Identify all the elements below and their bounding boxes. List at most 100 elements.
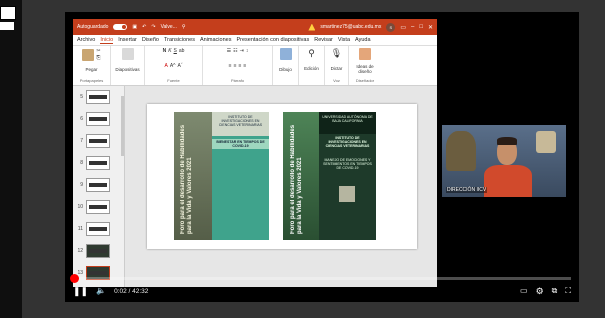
slide-thumbnail-image (86, 222, 110, 236)
indent-icon[interactable]: ⇥ (240, 48, 244, 54)
edit-button[interactable]: Edición (304, 66, 319, 71)
speaker-photo (339, 186, 355, 202)
new-slide-icon[interactable] (121, 48, 134, 60)
numbering-icon[interactable]: ☷ (233, 48, 237, 54)
undo-icon[interactable]: ↶ (142, 24, 146, 30)
settings-gear-icon[interactable]: ⚙ (536, 286, 544, 296)
microphone-icon[interactable]: 🎙 (331, 48, 342, 59)
slide-number: 6 (80, 116, 83, 122)
menu-tab-3[interactable]: Diseño (142, 37, 159, 43)
design-ideas-button[interactable]: Ideas de diseño (356, 64, 373, 74)
close-icon[interactable]: ✕ (428, 24, 433, 31)
copy-icon[interactable]: ⎘ (96, 55, 100, 61)
player-controls: ❚❚ 🔈 0:02 / 42:32 ▭ ⚙ ⧉ ⛶ (73, 282, 571, 300)
progress-bar[interactable] (70, 274, 571, 283)
menu-tab-7[interactable]: Revisar (314, 37, 333, 43)
align-left-icon[interactable]: ≡ (229, 63, 232, 69)
font-size-down-icon[interactable]: Aˇ (178, 63, 183, 69)
search-icon[interactable]: ⚲ (182, 24, 186, 30)
justify-icon[interactable]: ≡ (243, 63, 246, 69)
ribbon-display-icon[interactable]: ▭ (400, 24, 406, 31)
slides-button[interactable]: Diapositivas (115, 67, 139, 72)
slide-thumbnail[interactable]: 9 (75, 178, 110, 192)
video-player[interactable]: Autoguardado ▣ ↶ ↷ Valve... ⚲ smartinez7… (65, 12, 579, 302)
poster-1-header: INSTITUTO DE INVESTIGACIONES EN CIENCIAS… (218, 115, 263, 127)
ribbon: ✂ ⎘ Pegar Portapapeles Diapositivas NKSa… (73, 46, 437, 86)
draw-button[interactable]: Dibujo (279, 67, 292, 72)
menu-tab-2[interactable]: Insertar (118, 37, 137, 43)
slide-thumbnail[interactable]: 11 (75, 222, 110, 236)
redo-icon[interactable]: ↷ (151, 24, 155, 30)
fullscreen-icon[interactable]: ⛶ (565, 286, 571, 296)
autosave-toggle[interactable] (113, 24, 128, 30)
design-ideas-icon[interactable] (359, 48, 371, 60)
strike-button[interactable]: ab (179, 48, 185, 54)
account-name: smartinez75@uabc.edu.mx (320, 24, 382, 30)
cut-icon[interactable]: ✂ (96, 48, 100, 54)
find-icon[interactable]: ⚲ (308, 48, 315, 59)
title-bar: Autoguardado ▣ ↶ ↷ Valve... ⚲ smartinez7… (73, 19, 437, 35)
slide-number: 10 (77, 204, 83, 210)
pause-icon[interactable]: ❚❚ (73, 286, 88, 296)
thumbnail-scrollbar[interactable] (121, 96, 124, 156)
volume-icon[interactable]: 🔈 (96, 286, 106, 296)
save-icon[interactable]: ▣ (132, 24, 137, 30)
menu-tab-8[interactable]: Vista (338, 37, 350, 43)
editor-body: 5 6 7 8 9 10 11 12 13 Foro para el desarrollo de… (73, 86, 437, 287)
bullets-icon[interactable]: ☰ (227, 48, 231, 54)
menu-tab-6[interactable]: Presentación con diapositivas (236, 37, 309, 43)
current-slide[interactable]: Foro para el desarrollo de Habilidades p… (147, 104, 417, 249)
slide-thumbnail[interactable]: 7 (75, 134, 110, 148)
minimize-icon[interactable]: – (411, 24, 414, 30)
ribbon-group-draw: Dibujo (273, 46, 299, 85)
italic-button[interactable]: K (168, 48, 171, 54)
slide-thumbnail[interactable]: 12 (75, 244, 110, 258)
edge-window-fragment-2 (0, 22, 14, 30)
paste-button[interactable]: Pegar (85, 67, 97, 72)
ribbon-group-slides: Diapositivas (111, 46, 145, 85)
poster-emotions: Foro para el desarrollo de Habilidades p… (283, 112, 376, 240)
slide-thumbnail[interactable]: 5 (75, 90, 110, 104)
font-size-up-icon[interactable]: A^ (170, 63, 176, 69)
paste-icon[interactable] (82, 48, 95, 61)
slide-thumbnail[interactable]: 10 (75, 200, 110, 214)
avatar[interactable]: S (386, 22, 396, 32)
line-spacing-icon[interactable]: ↕ (246, 48, 249, 54)
subtitles-icon[interactable]: ▭ (520, 286, 528, 296)
powerpoint-window: Autoguardado ▣ ↶ ↷ Valve... ⚲ smartinez7… (73, 19, 437, 287)
miniplayer-icon[interactable]: ⧉ (552, 286, 558, 296)
dictate-button[interactable]: Dictar (331, 66, 343, 71)
maximize-icon[interactable]: □ (419, 24, 423, 30)
slide-thumbnail[interactable]: 6 (75, 112, 110, 126)
slide-thumbnail-pane[interactable]: 5 6 7 8 9 10 11 12 13 (73, 86, 125, 287)
menu-tab-1[interactable]: Inicio (100, 37, 114, 44)
menu-bar: Archivo Inicio Insertar Diseño Transiciones A… (73, 35, 437, 46)
menu-tab-4[interactable]: Transiciones (164, 37, 195, 43)
wall-emblem (536, 131, 556, 153)
menu-tab-9[interactable]: Ayuda (355, 37, 371, 43)
left-edge-panel (0, 0, 22, 318)
menu-tab-5[interactable]: Animaciones (200, 37, 232, 43)
webcam-feed: DIRECCIÓN IICV (442, 125, 566, 197)
align-right-icon[interactable]: ≡ (239, 63, 242, 69)
underline-button[interactable]: S (174, 48, 177, 54)
warning-icon (308, 23, 316, 31)
menu-tab-0[interactable]: Archivo (77, 37, 95, 43)
poster-2-topic: MANEJO DE EMOCIONES Y SENTIMIENTOS EN TI… (323, 158, 372, 170)
slide-thumbnail[interactable]: 8 (75, 156, 110, 170)
font-color-icon[interactable]: A (164, 63, 167, 69)
font-group-label: Fuente (167, 78, 180, 83)
ribbon-group-clipboard: ✂ ⎘ Pegar Portapapeles (73, 46, 111, 85)
ribbon-group-voice: 🎙 Dictar Voz (325, 46, 349, 85)
slide-number: 8 (80, 160, 83, 166)
shapes-icon[interactable] (279, 48, 292, 60)
ribbon-group-font: N K Sab A A^ Aˇ Fuente (145, 46, 203, 85)
bold-button[interactable]: N (163, 48, 167, 54)
clipboard-group-label: Portapapeles (79, 78, 104, 83)
slide-thumbnail-image (86, 244, 110, 258)
poster-wellbeing: Foro para el desarrollo de Habilidades p… (174, 112, 269, 240)
poster-1-vertical-title: Foro para el desarrollo de Habilidades p… (180, 124, 193, 234)
align-center-icon[interactable]: ≡ (234, 63, 237, 69)
slide-number: 11 (77, 226, 83, 232)
slide-thumbnail-image (86, 90, 110, 104)
